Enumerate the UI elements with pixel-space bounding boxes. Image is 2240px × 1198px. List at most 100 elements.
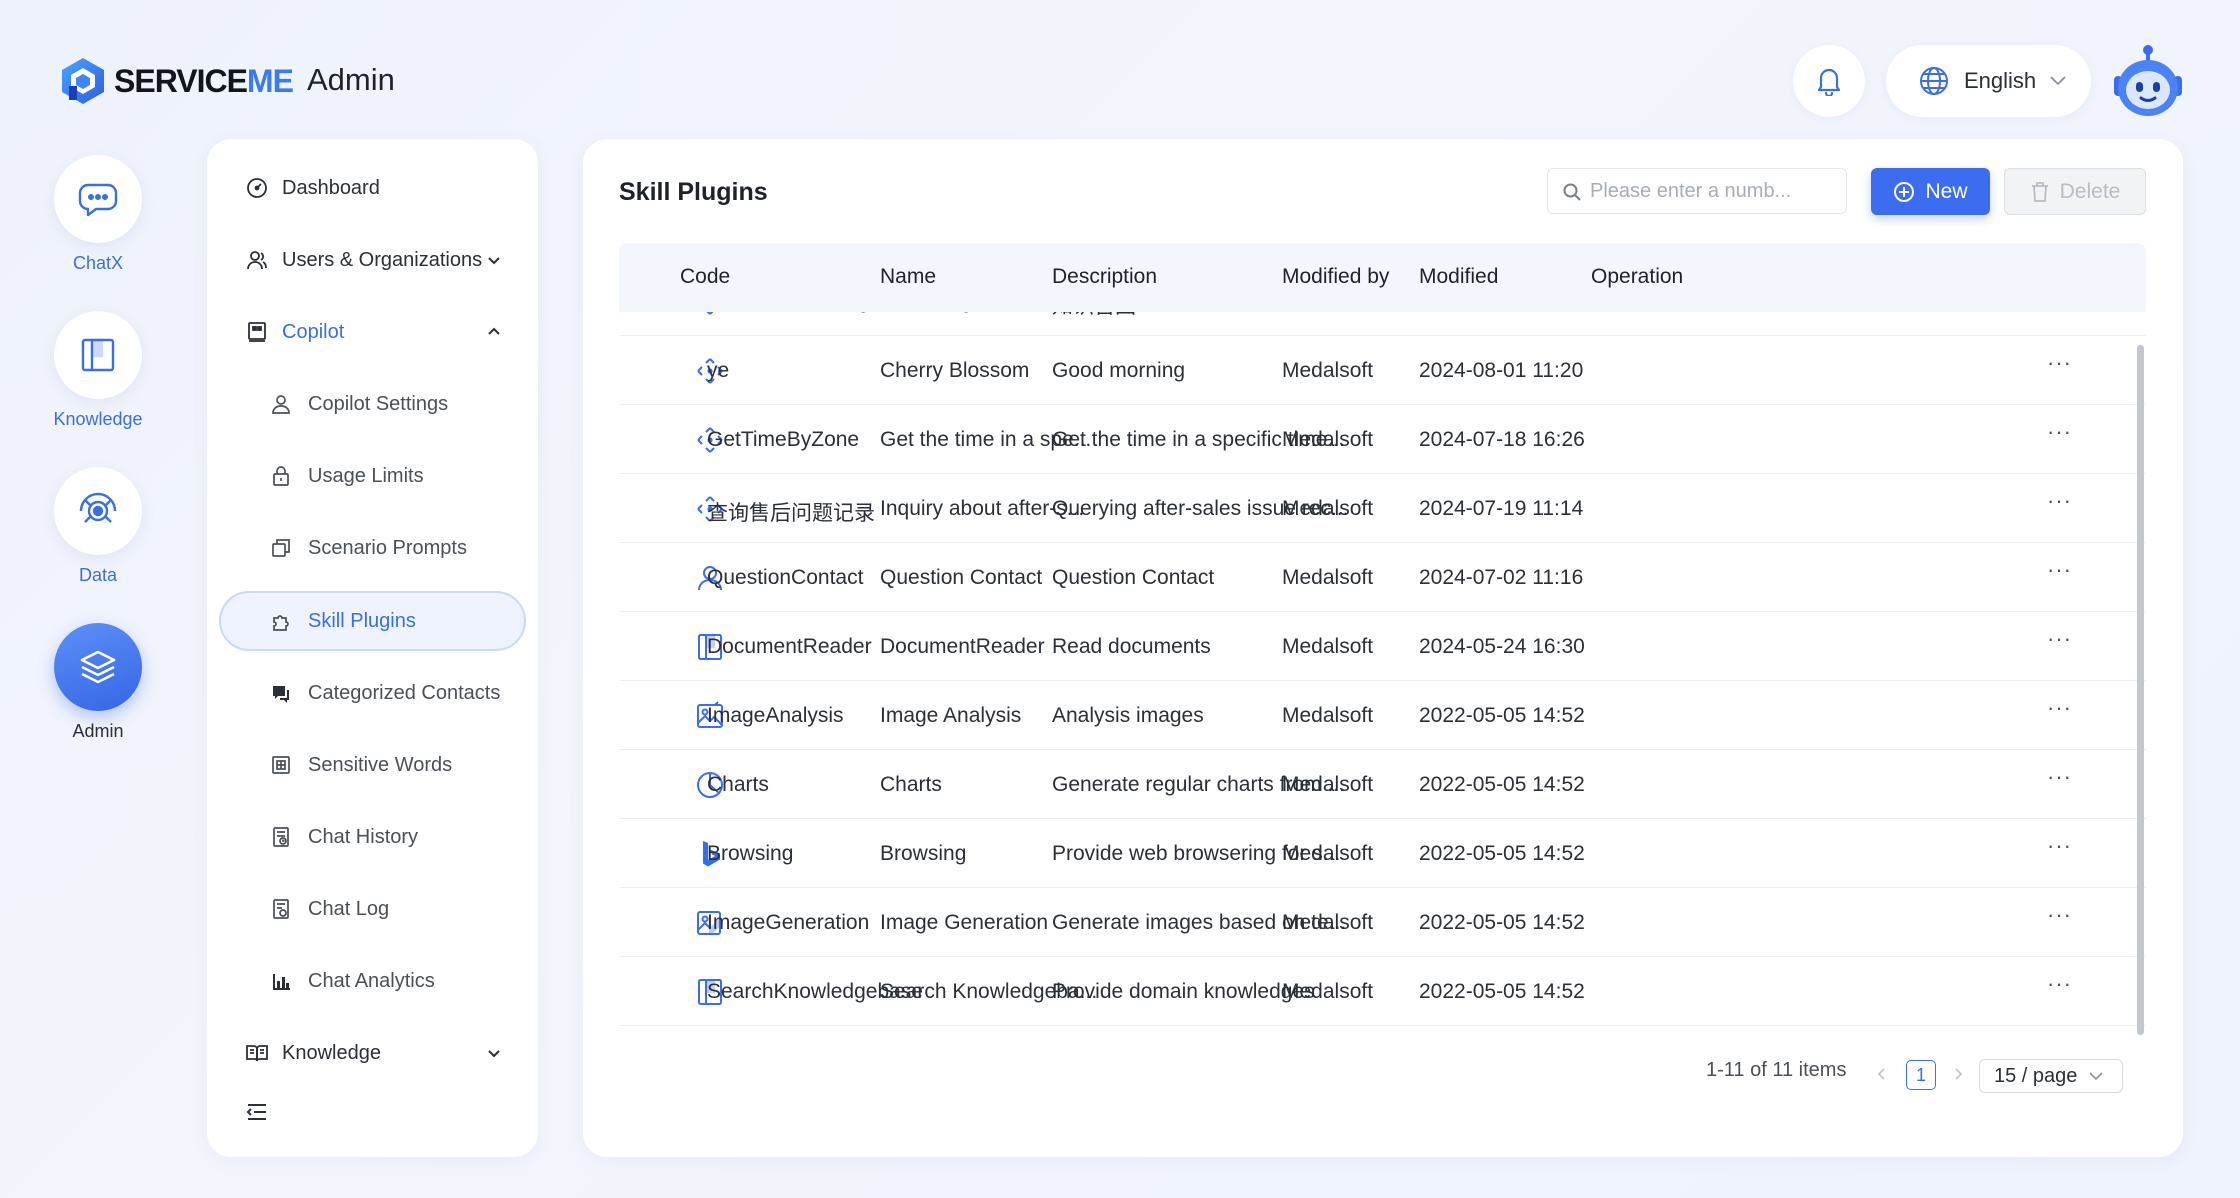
delete-button[interactable]: Delete xyxy=(2004,168,2146,215)
rail-label: ChatX xyxy=(72,253,124,273)
serviceme-logo-icon xyxy=(62,58,104,104)
plus-circle-icon xyxy=(1894,181,1915,202)
cell-modified: 2022-05-05 14:52 xyxy=(1419,704,1585,727)
admin-nav-panel: Dashboard Users & Organizations Copilot … xyxy=(207,139,538,1157)
cell-code: 查询售后问题记录 xyxy=(707,502,875,525)
more-actions-button[interactable]: ··· xyxy=(2047,557,2072,583)
new-button[interactable]: New xyxy=(1871,168,1990,215)
page-number-current[interactable]: 1 xyxy=(1906,1060,1936,1090)
nav-item-usage-limits[interactable]: Usage Limits xyxy=(207,446,538,506)
rail-item-knowledge[interactable]: Knowledge xyxy=(53,311,143,430)
col-code[interactable]: Code xyxy=(680,265,730,289)
cell-code: QuestionContact xyxy=(707,566,864,589)
cell-modified: 2024-08-05 19:13 xyxy=(1419,312,1585,314)
more-actions-button[interactable]: ··· xyxy=(2047,419,2072,445)
table-row[interactable]: QuestionContact Question Contact Question … xyxy=(619,543,2146,612)
nav-item-chat-analytics[interactable]: Chat Analytics xyxy=(207,951,538,1011)
cell-description: Provide domain knowledges xyxy=(1052,980,1315,1003)
notifications-button[interactable] xyxy=(1793,45,1865,117)
user-settings-icon xyxy=(269,392,293,416)
cell-modified-by: Medalsoft xyxy=(1282,312,1373,314)
cell-modified-by: Medalsoft xyxy=(1282,773,1374,796)
nav-item-sensitive-words[interactable]: Sensitive Words xyxy=(207,735,538,795)
chevron-down-icon xyxy=(2050,76,2066,86)
rail-item-admin[interactable]: Admin xyxy=(54,623,142,742)
table-row[interactable]: DocumentReader DocumentReader Read documen… xyxy=(619,612,2146,681)
language-label: English xyxy=(1964,68,2037,93)
table-row[interactable]: ye Cherry Blossom Good morning Medalsoft 202… xyxy=(619,336,2146,405)
page-title: Skill Plugins xyxy=(619,178,768,206)
cell-name: Cherry Blossom xyxy=(880,359,1030,382)
col-description[interactable]: Description xyxy=(1052,265,1157,289)
search-icon xyxy=(1563,183,1581,201)
cell-code: ye xyxy=(707,359,730,382)
collapse-menu-icon[interactable] xyxy=(245,1100,269,1124)
more-actions-button[interactable]: ··· xyxy=(2047,626,2072,652)
rail-item-chatx[interactable]: ChatX xyxy=(54,155,142,274)
col-operation: Operation xyxy=(1591,265,1684,288)
cell-modified-by: Medalsoft xyxy=(1282,911,1374,934)
nav-item-skill-plugins[interactable]: Skill Plugins xyxy=(207,591,538,651)
table-row[interactable]: SearchKnowledgebase Search Knowledgeba...… xyxy=(619,957,2146,1026)
contacts-icon xyxy=(269,681,293,705)
more-actions-button[interactable]: ··· xyxy=(2047,764,2072,790)
cell-code: Recall_Knowledge xyxy=(707,312,881,314)
nav-item-knowledge[interactable]: Knowledge xyxy=(207,1023,538,1083)
nav-item-copilot-settings[interactable]: Copilot Settings xyxy=(207,374,538,434)
col-name[interactable]: Name xyxy=(880,265,936,289)
nav-item-categorized-contacts[interactable]: Categorized Contacts xyxy=(207,663,538,723)
table-row[interactable]: Browsing Browsing Provide web browsering f… xyxy=(619,819,2146,888)
table-row[interactable]: GetTimeByZone Get the time in a spe... Get… xyxy=(619,405,2146,474)
search-box[interactable] xyxy=(1547,168,1847,214)
language-selector[interactable]: English xyxy=(1886,45,2091,117)
chevron-left-icon[interactable] xyxy=(1875,1067,1889,1081)
copy-icon xyxy=(269,536,293,560)
nav-item-scenario-prompts[interactable]: Scenario Prompts xyxy=(207,518,538,578)
cell-description: Analysis images xyxy=(1052,704,1204,727)
cell-name: Charts xyxy=(880,773,942,796)
assistant-avatar-icon[interactable] xyxy=(2110,42,2186,122)
nav-item-copilot[interactable]: Copilot xyxy=(207,302,538,362)
page-size-select[interactable]: 15 / page xyxy=(1979,1059,2123,1093)
table-scrollbar[interactable] xyxy=(2137,345,2144,1035)
rail-label: Knowledge xyxy=(53,409,143,429)
table-row[interactable]: ImageAnalysis Image Analysis Analysis imag… xyxy=(619,681,2146,750)
search-input[interactable] xyxy=(1590,179,1830,203)
more-actions-button[interactable]: ··· xyxy=(2047,902,2072,928)
nav-item-users-organizations[interactable]: Users & Organizations xyxy=(207,230,538,290)
bell-icon xyxy=(1817,68,1841,96)
trash-icon xyxy=(2031,181,2048,202)
cell-modified: 2024-07-02 11:16 xyxy=(1419,566,1584,589)
cell-modified-by: Medalsoft xyxy=(1282,635,1374,658)
globe-icon xyxy=(1920,67,1948,95)
more-actions-button[interactable]: ··· xyxy=(2047,350,2072,376)
rail-label: Admin xyxy=(72,721,124,741)
sensitive-words-icon xyxy=(269,753,293,777)
chevron-down-icon xyxy=(488,257,500,265)
nav-item-chat-history[interactable]: Chat History xyxy=(207,807,538,867)
table-row[interactable]: ImageGeneration Image Generation Generate … xyxy=(619,888,2146,957)
rail-item-data[interactable]: Data xyxy=(54,467,142,586)
table-row[interactable]: Recall_KnowledgeKnowledge Retrieval知识召回 M… xyxy=(619,312,2146,336)
more-actions-button[interactable]: ··· xyxy=(2047,695,2072,721)
puzzle-icon xyxy=(269,609,293,633)
table-header: Code Name Description Modified by Modifi… xyxy=(619,243,2146,312)
open-book-icon xyxy=(245,1041,269,1065)
cell-code: ImageGeneration xyxy=(707,911,870,934)
table-row[interactable]: Charts Charts Generate regular charts from… xyxy=(619,750,2146,819)
copilot-icon xyxy=(245,320,269,344)
col-modified-by[interactable]: Modified by xyxy=(1282,265,1389,289)
cell-name: DocumentReader xyxy=(880,635,1045,658)
chevron-right-icon[interactable] xyxy=(1951,1067,1965,1081)
data-icon xyxy=(79,492,117,523)
layers-icon xyxy=(80,650,116,684)
more-actions-button[interactable]: ··· xyxy=(2047,971,2072,997)
more-actions-button[interactable]: ··· xyxy=(2047,833,2072,859)
col-modified[interactable]: Modified xyxy=(1419,265,1498,289)
cell-modified: 2024-08-01 11:20 xyxy=(1419,359,1584,382)
table-row[interactable]: 查询售后问题记录 Inquiry about after-s... Querying… xyxy=(619,474,2146,543)
nav-item-dashboard[interactable]: Dashboard xyxy=(207,158,538,218)
more-actions-button[interactable]: ··· xyxy=(2047,488,2072,514)
nav-item-chat-log[interactable]: Chat Log xyxy=(207,879,538,939)
cell-modified: 2022-05-05 14:52 xyxy=(1419,980,1585,1003)
